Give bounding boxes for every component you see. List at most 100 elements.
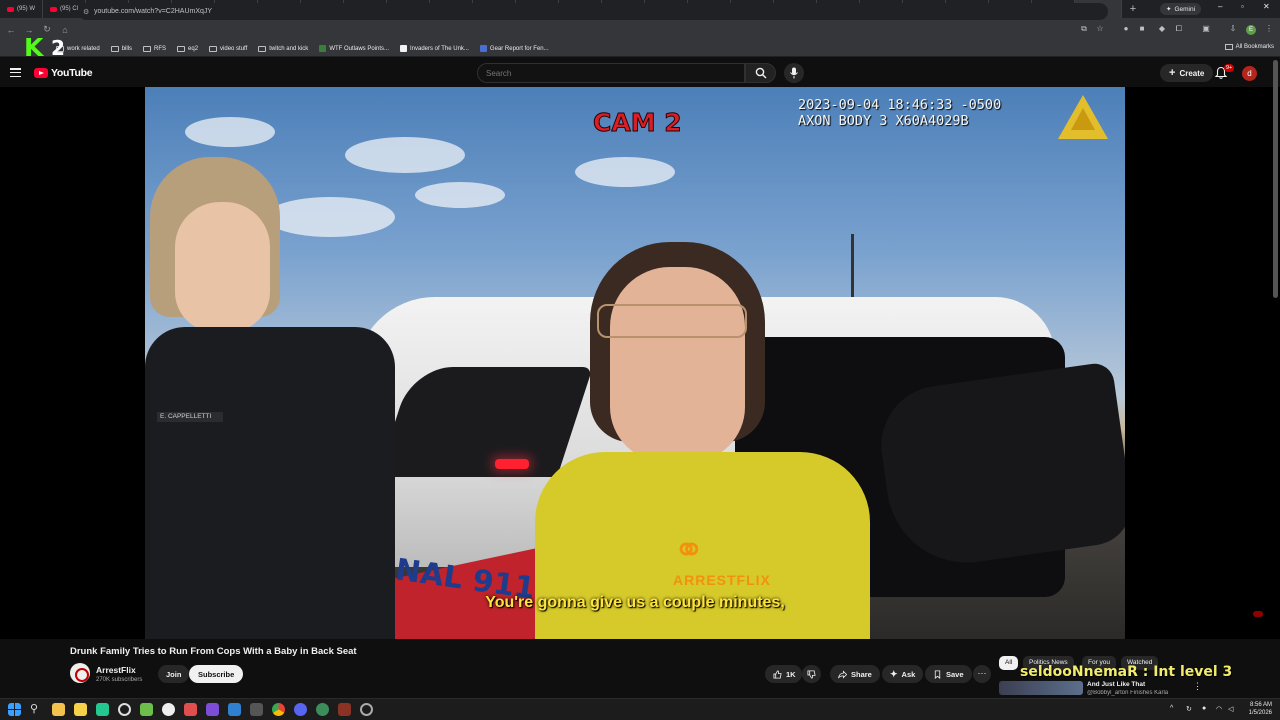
dislike-button[interactable] bbox=[802, 665, 821, 683]
app-icon[interactable] bbox=[228, 703, 241, 716]
search-icon[interactable]: ⚲ bbox=[30, 703, 43, 716]
browser-tab[interactable]: (95) W bbox=[0, 0, 43, 18]
back-icon[interactable]: ← bbox=[2, 25, 20, 35]
minimize-icon[interactable]: – bbox=[1218, 2, 1222, 11]
account-avatar[interactable]: d bbox=[1242, 66, 1257, 81]
channel-name[interactable]: ArrestFlix bbox=[96, 665, 136, 675]
app-icon[interactable] bbox=[206, 703, 219, 716]
recommended-thumbnail[interactable] bbox=[999, 681, 1083, 695]
channel-avatar[interactable] bbox=[70, 663, 90, 683]
all-bookmarks-button[interactable]: All Bookmarks bbox=[1224, 44, 1274, 50]
recommended-title[interactable]: And Just Like That bbox=[1087, 681, 1145, 688]
gloved-hand bbox=[873, 361, 1125, 573]
gemini-button[interactable]: ✦ Gemini bbox=[1160, 3, 1202, 15]
ask-button[interactable]: ✦ Ask bbox=[882, 665, 924, 683]
volume-icon[interactable]: ◁ bbox=[1228, 705, 1233, 713]
bookmark-item[interactable]: Invaders of The Unk... bbox=[400, 45, 469, 52]
browser-menu-icon[interactable]: ⋮ bbox=[1264, 24, 1274, 34]
bookmark-item[interactable]: video stuff bbox=[209, 45, 247, 52]
join-button[interactable]: Join bbox=[158, 665, 190, 683]
browser-profile-avatar[interactable]: E bbox=[1246, 25, 1256, 35]
arrestflix-watermark: ⚭ ARRESTFLIX bbox=[673, 532, 771, 588]
extension-3-icon[interactable]: ◆ bbox=[1157, 24, 1167, 34]
tray-chevron-icon[interactable]: ^ bbox=[1170, 705, 1173, 712]
bookmark-star-icon[interactable]: ☆ bbox=[1095, 24, 1105, 34]
page-scrollbar[interactable] bbox=[1273, 60, 1278, 298]
folder-icon bbox=[110, 45, 119, 52]
subject-glasses bbox=[597, 304, 747, 338]
bodycam-timestamp: 2023-09-04 18:46:33 -0500 AXON BODY 3 X6… bbox=[798, 97, 1002, 129]
bookmark-item[interactable]: twitch and kick bbox=[258, 45, 308, 52]
sparkle-icon: ✦ bbox=[1166, 6, 1172, 13]
subscriber-count: 270K subscribers bbox=[96, 677, 143, 683]
app-icon[interactable] bbox=[250, 703, 263, 716]
bookmark-item[interactable]: RFS bbox=[143, 45, 166, 52]
voice-search-button[interactable] bbox=[784, 63, 804, 83]
url-bar[interactable]: ⚙ youtube.com/watch?v=C2HAUmXqJY bbox=[78, 3, 1108, 20]
create-button[interactable]: + Create bbox=[1160, 64, 1214, 82]
cast-icon[interactable]: ⧉ bbox=[1079, 24, 1089, 34]
app-icon[interactable] bbox=[118, 703, 131, 716]
bookmark-icon bbox=[934, 669, 941, 679]
new-tab-button[interactable]: + bbox=[1126, 3, 1140, 15]
plus-icon: + bbox=[1169, 67, 1176, 79]
site-info-icon[interactable]: ⚙ bbox=[83, 8, 89, 16]
video-title: Drunk Family Tries to Run From Cops With… bbox=[70, 646, 357, 657]
extensions-puzzle-icon[interactable]: ⧠ bbox=[1174, 24, 1184, 34]
search-input[interactable] bbox=[477, 63, 745, 83]
menu-icon[interactable] bbox=[10, 68, 21, 77]
settings-icon[interactable] bbox=[360, 703, 373, 716]
save-label: Save bbox=[946, 669, 964, 679]
extension-icon[interactable]: ● bbox=[1121, 24, 1131, 34]
search-button[interactable] bbox=[745, 63, 776, 83]
bookmark-item[interactable]: bills bbox=[110, 45, 132, 52]
folder-icon bbox=[1224, 44, 1233, 50]
system-clock[interactable]: 8:56 AM 1/5/2026 bbox=[1236, 701, 1272, 717]
browser-tab-label: (95) Cl bbox=[60, 6, 79, 12]
recommended-more-icon[interactable]: ⋮ bbox=[1193, 681, 1202, 692]
app-icon[interactable] bbox=[140, 703, 153, 716]
thumbs-up-icon bbox=[773, 669, 782, 679]
save-button[interactable]: Save bbox=[925, 665, 972, 683]
tray-app-icon[interactable]: ● bbox=[1202, 705, 1206, 712]
notes-app-icon[interactable] bbox=[74, 703, 87, 716]
chip-all[interactable]: All bbox=[999, 656, 1019, 670]
sidepanel-icon[interactable]: ▣ bbox=[1201, 24, 1211, 34]
sparkle-icon: ✦ bbox=[890, 668, 898, 679]
youtube-logo[interactable]: YouTube bbox=[34, 67, 93, 79]
maximize-icon[interactable]: ▫ bbox=[1241, 2, 1244, 11]
officer-face bbox=[175, 202, 270, 332]
app-icon[interactable] bbox=[338, 703, 351, 716]
youtube-favicon-icon bbox=[7, 6, 14, 12]
extension-2-icon[interactable]: ■ bbox=[1137, 24, 1147, 34]
bookmark-label: eq2 bbox=[188, 45, 199, 52]
downloads-icon[interactable]: ⇩ bbox=[1228, 24, 1238, 34]
close-window-icon[interactable]: ✕ bbox=[1263, 2, 1270, 11]
overlay-logo-letter: K bbox=[24, 33, 44, 62]
officer-figure: E. CAPPELLETTI bbox=[145, 157, 395, 639]
chrome-icon[interactable] bbox=[272, 703, 285, 716]
overlay-logo-number: 2 bbox=[51, 36, 65, 60]
more-actions-button[interactable]: ··· bbox=[973, 665, 991, 683]
gemini-label: Gemini bbox=[1174, 5, 1196, 13]
thumbs-down-icon bbox=[807, 669, 816, 679]
share-button[interactable]: Share bbox=[830, 665, 880, 683]
home-icon[interactable]: ⌂ bbox=[56, 25, 74, 35]
windows-start-icon[interactable] bbox=[8, 703, 21, 716]
app-icon[interactable] bbox=[96, 703, 109, 716]
wifi-icon[interactable]: ◠ bbox=[1216, 705, 1222, 713]
app-icon[interactable] bbox=[184, 703, 197, 716]
bookmark-item[interactable]: Gear Report for Fen... bbox=[479, 45, 549, 52]
tray-app-icon[interactable]: ↻ bbox=[1186, 705, 1192, 713]
app-icon[interactable] bbox=[162, 703, 175, 716]
site-favicon-icon bbox=[479, 45, 487, 52]
bookmark-item[interactable]: eq2 bbox=[177, 45, 199, 52]
video-player[interactable]: NAL 911 E. CAPPELLETTI CAM 2 2023-09-04 … bbox=[145, 87, 1125, 639]
subscribe-button[interactable]: Subscribe bbox=[189, 665, 244, 683]
file-explorer-icon[interactable] bbox=[52, 703, 65, 716]
app-icon[interactable] bbox=[316, 703, 329, 716]
like-button[interactable]: 1K bbox=[765, 665, 802, 683]
clock-time: 8:56 AM bbox=[1249, 702, 1272, 708]
bookmark-item[interactable]: WTF Outlaws Points... bbox=[319, 45, 389, 52]
discord-icon[interactable] bbox=[294, 703, 307, 716]
